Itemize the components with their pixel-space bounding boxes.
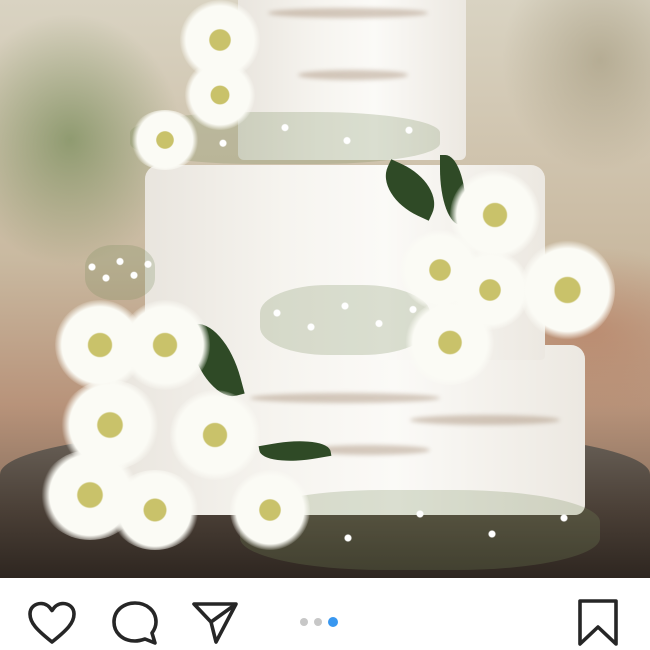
heart-outline-icon [28, 601, 76, 644]
post-photo[interactable] [0, 0, 650, 578]
white-flower [520, 240, 615, 340]
white-flower [130, 110, 200, 170]
carousel-dot-active[interactable] [328, 617, 338, 627]
comment-button[interactable] [110, 598, 160, 648]
babys-breath-cluster [85, 245, 155, 300]
carousel-dot[interactable] [314, 618, 322, 626]
white-flower [110, 470, 200, 550]
comment-bubble-icon [112, 601, 158, 645]
save-button[interactable] [573, 598, 623, 648]
white-flower [120, 300, 210, 390]
white-flower [230, 470, 310, 550]
white-flower [170, 390, 260, 480]
carousel-dot[interactable] [300, 618, 308, 626]
paper-plane-icon [192, 602, 238, 644]
bookmark-outline-icon [578, 599, 618, 646]
white-flower [405, 300, 495, 385]
like-button[interactable] [27, 598, 77, 648]
white-flower [185, 60, 255, 130]
share-button[interactable] [190, 598, 240, 648]
carousel-indicator [300, 614, 338, 630]
